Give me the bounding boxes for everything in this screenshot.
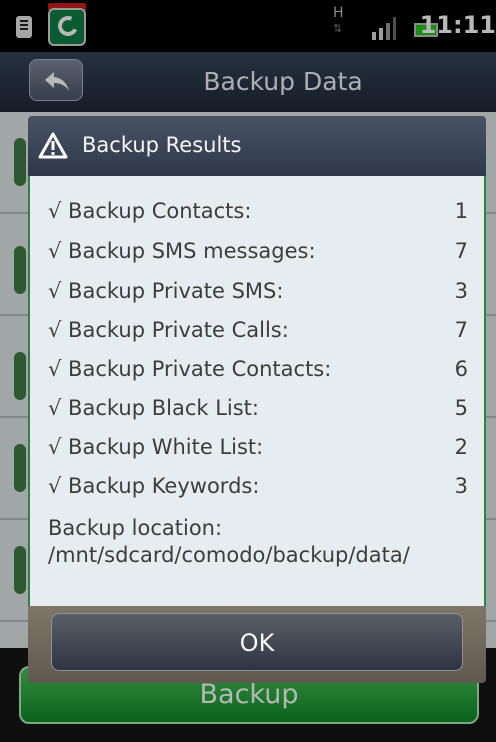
backup-results-dialog: Backup Results √ Backup Contacts: 1 √ Ba… xyxy=(28,116,486,683)
result-value: 6 xyxy=(454,357,468,381)
result-row-sms: √ Backup SMS messages: 7 xyxy=(48,234,468,268)
result-value: 3 xyxy=(454,279,468,303)
result-row-white-list: √ Backup White List: 2 xyxy=(48,430,468,464)
result-label: √ Backup SMS messages: xyxy=(48,239,316,263)
result-row-black-list: √ Backup Black List: 5 xyxy=(48,391,468,425)
result-row-keywords: √ Backup Keywords: 3 xyxy=(48,469,468,503)
app-screen: H ⇅ 11:11 Backup Data Backup Backup Resu… xyxy=(0,0,496,742)
result-label: √ Backup Keywords: xyxy=(48,474,260,498)
result-row-private-contacts: √ Backup Private Contacts: 6 xyxy=(48,352,468,386)
result-label: √ Backup Private SMS: xyxy=(48,279,284,303)
result-value: 7 xyxy=(454,318,468,342)
result-value: 7 xyxy=(454,239,468,263)
result-value: 5 xyxy=(454,396,468,420)
dialog-footer: OK xyxy=(28,606,486,683)
result-value: 2 xyxy=(454,435,468,459)
result-value: 3 xyxy=(454,474,468,498)
dialog-title-bar: Backup Results xyxy=(28,116,486,176)
dialog-title: Backup Results xyxy=(82,133,242,157)
backup-location-path: /mnt/sdcard/comodo/backup/data/ xyxy=(48,543,410,567)
result-label: √ Backup Contacts: xyxy=(48,199,252,223)
backup-location-label: Backup location: xyxy=(48,516,223,540)
warning-icon xyxy=(38,132,68,159)
ok-button[interactable]: OK xyxy=(51,613,463,671)
result-value: 1 xyxy=(454,199,468,223)
result-row-contacts: √ Backup Contacts: 1 xyxy=(48,194,468,228)
result-row-private-sms: √ Backup Private SMS: 3 xyxy=(48,274,468,308)
result-label: √ Backup White List: xyxy=(48,435,264,459)
result-row-private-calls: √ Backup Private Calls: 7 xyxy=(48,313,468,347)
result-label: √ Backup Private Calls: xyxy=(48,318,289,342)
result-label: √ Backup Black List: xyxy=(48,396,259,420)
result-label: √ Backup Private Contacts: xyxy=(48,357,332,381)
dialog-body: √ Backup Contacts: 1 √ Backup SMS messag… xyxy=(28,176,486,606)
